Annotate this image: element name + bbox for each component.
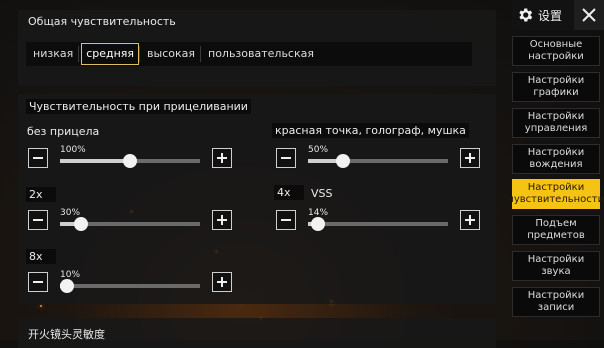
- nav-item-pickup[interactable]: Подъем предметов: [512, 215, 600, 245]
- increase-button[interactable]: [212, 210, 232, 230]
- slider-value: 30%: [60, 208, 81, 218]
- nav-sensitivity-settings[interactable]: Настройки чувствительности: [508, 179, 604, 209]
- slider-handle[interactable]: [74, 217, 88, 231]
- slider-no-scope[interactable]: 100%: [60, 145, 200, 168]
- slider-label-8x: 8x: [26, 249, 56, 264]
- nav-basic-settings[interactable]: Основные настройки: [512, 36, 600, 66]
- preset-option-custom[interactable]: пользовательская: [203, 43, 319, 65]
- slider-4x[interactable]: 14%: [308, 208, 448, 231]
- divider: [139, 46, 141, 62]
- slider-red-dot[interactable]: 50%: [308, 145, 448, 168]
- nav-controls-settings[interactable]: Настройки управления: [512, 108, 600, 138]
- increase-button[interactable]: [460, 210, 480, 230]
- nav-audio-settings[interactable]: Настройки звука: [512, 251, 600, 281]
- preset-option-low[interactable]: низкая: [28, 43, 78, 65]
- decrease-button[interactable]: [28, 210, 48, 230]
- nav-vehicle-settings[interactable]: Настройки вождения: [512, 144, 600, 174]
- slider-label-red-dot: красная точка, голограф, мушка: [272, 123, 469, 138]
- slider-value: 100%: [60, 145, 86, 155]
- close-button[interactable]: [574, 0, 604, 30]
- slider-handle[interactable]: [123, 154, 137, 168]
- close-icon: [582, 8, 596, 22]
- preset-option-high[interactable]: высокая: [142, 43, 200, 65]
- sensitivity-preset-selector: низкая средняя высокая пользовательская: [26, 42, 472, 66]
- slider-fill: [60, 159, 130, 163]
- decrease-button[interactable]: [28, 272, 48, 292]
- slider-label-vss: VSS: [311, 187, 333, 200]
- slider-value: 14%: [308, 208, 329, 218]
- gear-icon: [519, 8, 533, 22]
- increase-button[interactable]: [460, 148, 480, 168]
- decrease-button[interactable]: [28, 148, 48, 168]
- slider-label-4x: 4x: [274, 185, 304, 200]
- slider-handle[interactable]: [336, 154, 350, 168]
- nav-recording-settings[interactable]: Настройки записи: [512, 287, 600, 317]
- slider-2x[interactable]: 30%: [60, 208, 200, 231]
- settings-header: 设置: [512, 0, 604, 30]
- increase-button[interactable]: [212, 148, 232, 168]
- nav-graphics-settings[interactable]: Настройки графики: [512, 72, 600, 102]
- decrease-button[interactable]: [276, 148, 296, 168]
- slider-handle[interactable]: [310, 217, 325, 231]
- ember-particle: [40, 305, 42, 307]
- settings-title: 设置: [538, 9, 563, 23]
- slider-handle[interactable]: [60, 279, 74, 293]
- preset-option-medium[interactable]: средняя: [81, 43, 140, 65]
- increase-button[interactable]: [212, 272, 232, 292]
- slider-label-no-scope: без прицела: [27, 125, 100, 138]
- slider-label-2x: 2x: [26, 187, 56, 202]
- divider: [78, 46, 80, 62]
- slider-value: 10%: [60, 270, 81, 280]
- general-sensitivity-title: Общая чувствительность: [28, 15, 176, 28]
- divider: [200, 46, 201, 62]
- aim-sensitivity-title: Чувствительность при прицеливании: [26, 99, 251, 114]
- slider-8x[interactable]: 10%: [60, 270, 200, 293]
- decrease-button[interactable]: [276, 210, 296, 230]
- slider-value: 50%: [308, 145, 329, 155]
